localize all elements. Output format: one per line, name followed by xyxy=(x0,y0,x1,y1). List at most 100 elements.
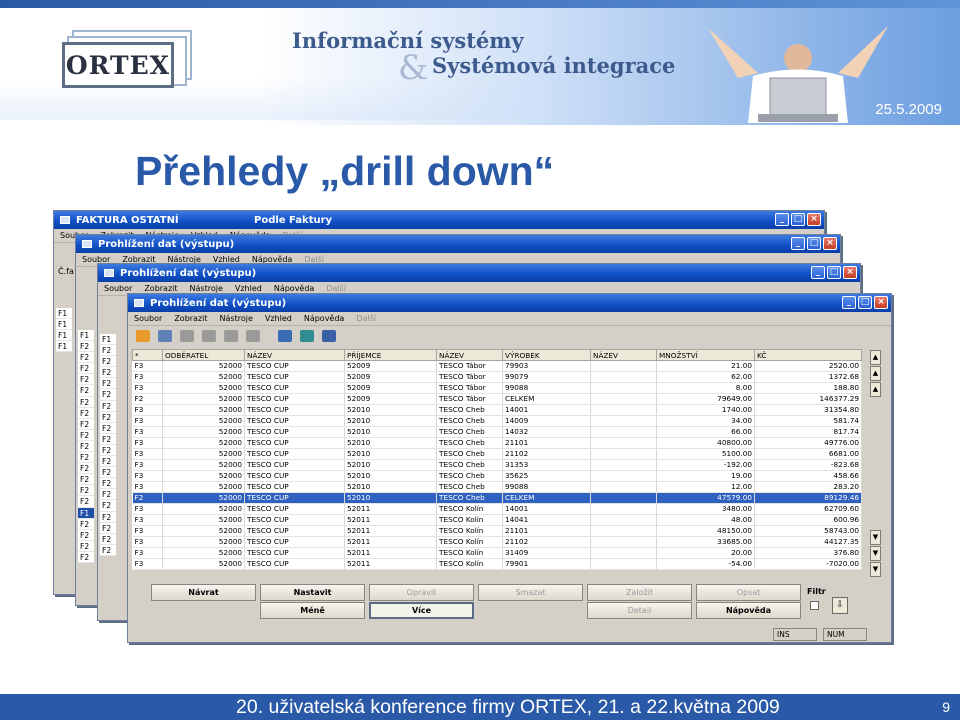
table-row[interactable]: F3 52000 TESCO CUP 52009 TESCO Tábor 99088 8.0… xyxy=(132,382,862,394)
col-header-mnozstvi[interactable]: MNOŽSTVÍ xyxy=(656,349,755,361)
titlebar[interactable]: Prohlížení dat (výstupu) _ □ × xyxy=(76,235,840,253)
maximize-icon[interactable]: □ xyxy=(858,296,872,309)
col-header-code[interactable]: * xyxy=(132,349,163,361)
list-item[interactable]: F2 xyxy=(100,433,116,445)
list-item[interactable]: F2 xyxy=(100,522,116,534)
maximize-icon[interactable]: □ xyxy=(807,237,821,250)
list-item[interactable]: F1 xyxy=(56,308,72,320)
list-item[interactable]: F1 xyxy=(78,507,94,519)
list-item[interactable]: F2 xyxy=(100,389,116,401)
smazat-button[interactable]: Smazat xyxy=(478,584,583,601)
titlebar[interactable]: FAKTURA OSTATNÍ Podle Faktury _ □ × xyxy=(54,211,824,229)
list-item[interactable]: F1 xyxy=(78,330,94,342)
list-item[interactable]: F2 xyxy=(100,533,116,545)
detail-button[interactable]: Detail xyxy=(587,602,692,619)
back-arrow-icon[interactable] xyxy=(136,330,150,342)
delete-icon[interactable] xyxy=(246,330,260,342)
table-row[interactable]: F3 52000 TESCO CUP 52011 TESCO Kolín 21102 336… xyxy=(132,536,862,548)
list-item[interactable]: F2 xyxy=(100,411,116,423)
menu-soubor[interactable]: Soubor xyxy=(134,314,162,323)
list-item[interactable]: F2 xyxy=(100,444,116,457)
menu-napoveda[interactable]: Nápověda xyxy=(274,284,315,293)
maximize-icon[interactable]: □ xyxy=(791,213,805,226)
minimize-icon[interactable]: _ xyxy=(842,296,856,309)
list-item[interactable]: F2 xyxy=(100,511,116,523)
copy-icon[interactable] xyxy=(224,330,238,342)
table-row[interactable]: F3 52000 TESCO CUP 52010 TESCO Cheb 99088 12.0… xyxy=(132,481,862,493)
scroll-bottom-icon[interactable]: ▼ xyxy=(870,562,881,577)
filter-icon[interactable] xyxy=(322,330,336,342)
list-item[interactable]: F2 xyxy=(100,467,116,479)
list-item[interactable]: F2 xyxy=(100,356,116,368)
table-row[interactable]: F3 52000 TESCO CUP 52010 TESCO Cheb 21102 5100… xyxy=(132,448,862,460)
list-item[interactable]: F2 xyxy=(78,341,94,353)
col-header-nazev-prijemce[interactable]: NÁZEV xyxy=(436,349,503,361)
list-item[interactable]: F2 xyxy=(78,518,94,530)
list-item[interactable]: F2 xyxy=(78,385,94,397)
close-icon[interactable]: × xyxy=(843,266,857,279)
table-row[interactable]: F3 52000 TESCO CUP 52010 TESCO Cheb 14009 34.0… xyxy=(132,415,862,427)
menu-zobrazit[interactable]: Zobrazit xyxy=(144,284,177,293)
table-row[interactable]: F3 52000 TESCO CUP 52010 TESCO Cheb 31353 -192… xyxy=(132,459,862,471)
data-grid[interactable]: * ODBĚRATEL NÁZEV PŘÍJEMCE NÁZEV VÝROBEK… xyxy=(132,349,862,570)
list-item[interactable]: F2 xyxy=(100,422,116,434)
table-row[interactable]: F3 52000 TESCO CUP 52011 TESCO Kolín 31409 20.… xyxy=(132,547,862,559)
list-item[interactable]: F2 xyxy=(78,540,94,552)
zalozit-button[interactable]: Založit xyxy=(587,584,692,601)
nastavit-button[interactable]: Nastavit xyxy=(260,584,365,601)
scroll-down-icon[interactable]: ▼ xyxy=(870,530,881,545)
list-item[interactable]: F1 xyxy=(100,334,116,346)
minimize-icon[interactable]: _ xyxy=(811,266,825,279)
table-row[interactable]: F3 52000 TESCO CUP 52011 TESCO Kolín 14001 348… xyxy=(132,503,862,515)
table-row[interactable]: F3 52000 TESCO CUP 52009 TESCO Tábor 79903 21.… xyxy=(132,360,862,372)
list-item[interactable]: F2 xyxy=(78,418,94,430)
list-item[interactable]: F2 xyxy=(100,400,116,412)
table-row[interactable]: F3 52000 TESCO CUP 52010 TESCO Cheb 14032 66.0… xyxy=(132,426,862,438)
table-row[interactable]: F2 52000 TESCO CUP 52010 TESCO Cheb CELKEM 475… xyxy=(132,492,862,504)
scroll-page-down-icon[interactable]: ▼ xyxy=(870,546,881,561)
navrat-button[interactable]: Návrat xyxy=(151,584,256,601)
list-item[interactable]: F2 xyxy=(100,478,116,490)
minimize-icon[interactable]: _ xyxy=(791,237,805,250)
napoveda-button[interactable]: Nápověda xyxy=(696,602,801,619)
list-item[interactable]: F1 xyxy=(56,341,72,353)
scroll-up-icon[interactable]: ▲ xyxy=(870,382,881,397)
table-row[interactable]: F3 52000 TESCO CUP 52011 TESCO Kolín 79901 -54… xyxy=(132,558,862,570)
opravit-button[interactable]: Opravit xyxy=(369,584,474,601)
list-item[interactable]: F2 xyxy=(78,463,94,475)
col-header-kc[interactable]: KČ xyxy=(754,349,862,361)
menu-dalsi[interactable]: Další xyxy=(326,284,346,293)
col-header-odberatel[interactable]: ODBĚRATEL xyxy=(162,349,245,361)
titlebar[interactable]: Prohlížení dat (výstupu) _ □ × xyxy=(98,264,860,282)
menu-nastroje[interactable]: Nástroje xyxy=(190,284,223,293)
close-icon[interactable]: × xyxy=(874,296,888,309)
maximize-icon[interactable]: □ xyxy=(827,266,841,279)
list-item[interactable]: F2 xyxy=(100,367,116,379)
close-icon[interactable]: × xyxy=(807,213,821,226)
list-item[interactable]: F2 xyxy=(100,489,116,501)
table-row[interactable]: F2 52000 TESCO CUP 52009 TESCO Tábor CELKEM 79… xyxy=(132,393,862,405)
table-row[interactable]: F3 52000 TESCO CUP 52010 TESCO Cheb 35625 19.0… xyxy=(132,470,862,482)
filter-dropdown-icon[interactable]: ⇩ xyxy=(832,597,848,614)
table-row[interactable]: F3 52000 TESCO CUP 52009 TESCO Tábor 99079 62.… xyxy=(132,371,862,383)
menu-vzhled[interactable]: Vzhled xyxy=(265,314,292,323)
list-item[interactable]: F2 xyxy=(78,407,94,419)
menu-soubor[interactable]: Soubor xyxy=(104,284,132,293)
titlebar[interactable]: Prohlížení dat (výstupu) _ □ × xyxy=(128,294,891,312)
list-item[interactable]: F2 xyxy=(78,352,94,364)
print-icon[interactable] xyxy=(300,330,314,342)
opsat-button[interactable]: Opsat xyxy=(696,584,801,601)
list-item[interactable]: F2 xyxy=(78,440,94,453)
new-record-icon[interactable] xyxy=(158,330,172,342)
list-item[interactable]: F2 xyxy=(78,496,94,508)
vice-button[interactable]: Více xyxy=(369,602,474,619)
save-icon[interactable] xyxy=(202,330,216,342)
col-header-nazev-vyrobku[interactable]: NÁZEV xyxy=(590,349,657,361)
list-item[interactable]: F1 xyxy=(56,319,72,331)
table-row[interactable]: F3 52000 TESCO CUP 52011 TESCO Kolín 14041 48.… xyxy=(132,514,862,526)
export-icon[interactable] xyxy=(278,330,292,342)
list-item[interactable]: F1 xyxy=(56,330,72,342)
table-row[interactable]: F3 52000 TESCO CUP 52010 TESCO Cheb 14001 1740… xyxy=(132,404,862,416)
table-row[interactable]: F3 52000 TESCO CUP 52010 TESCO Cheb 21101 4080… xyxy=(132,437,862,449)
list-item[interactable]: F2 xyxy=(78,396,94,408)
